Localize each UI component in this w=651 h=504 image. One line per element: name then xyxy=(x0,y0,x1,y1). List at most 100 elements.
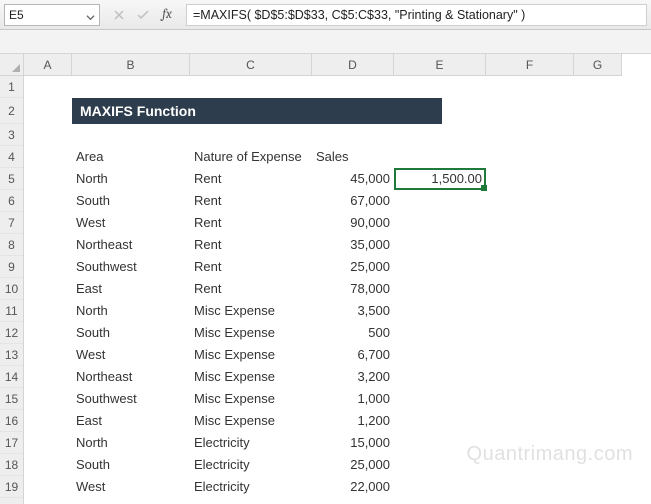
cell-nature[interactable]: Rent xyxy=(190,234,312,256)
cell-sales[interactable]: 3,500 xyxy=(312,300,394,322)
cell-sales[interactable]: 15,000 xyxy=(312,432,394,454)
cell-area[interactable]: North xyxy=(72,432,190,454)
col-header-G[interactable]: G xyxy=(574,54,622,75)
fx-icon[interactable]: fx xyxy=(160,8,174,22)
row-header[interactable]: 10 xyxy=(0,278,23,300)
row-header[interactable]: 19 xyxy=(0,476,23,498)
header-area: Area xyxy=(72,146,190,168)
cell-sales[interactable]: 500 xyxy=(312,322,394,344)
cell-sales[interactable]: 25,000 xyxy=(312,256,394,278)
cell-area[interactable]: West xyxy=(72,212,190,234)
cell-area[interactable]: North xyxy=(72,300,190,322)
row-header[interactable]: 3 xyxy=(0,124,23,146)
row-header[interactable]: 9 xyxy=(0,256,23,278)
col-header-A[interactable]: A xyxy=(24,54,72,75)
col-header-E[interactable]: E xyxy=(394,54,486,75)
table-row: NortheastRent35,000 xyxy=(24,234,651,256)
cell-area[interactable]: Southwest xyxy=(72,388,190,410)
table-row: EastRent78,000 xyxy=(24,278,651,300)
table-row: NorthMisc Expense3,500 xyxy=(24,300,651,322)
check-icon[interactable] xyxy=(136,8,150,22)
cell-result[interactable]: 1,500.00 xyxy=(394,168,486,190)
cell-area[interactable]: South xyxy=(72,454,190,476)
row-header[interactable]: 5 xyxy=(0,168,23,190)
cell-nature[interactable]: Rent xyxy=(190,190,312,212)
cell-area[interactable]: South xyxy=(72,322,190,344)
cell-area[interactable]: Southwest xyxy=(72,256,190,278)
table-row: SouthRent67,000 xyxy=(24,190,651,212)
cell-nature[interactable]: Rent xyxy=(190,212,312,234)
table-row: NorthElectricity15,000 xyxy=(24,432,651,454)
spreadsheet-grid: A B C D E F G 1 2 3 4 5 6 7 8 9 10 xyxy=(0,54,651,504)
cell-sales[interactable]: 3,200 xyxy=(312,366,394,388)
row-header[interactable]: 18 xyxy=(0,454,23,476)
cell-sales[interactable]: 6,700 xyxy=(312,344,394,366)
formula-bar-buttons: fx xyxy=(106,8,186,22)
col-header-C[interactable]: C xyxy=(190,54,312,75)
select-all-corner[interactable] xyxy=(0,54,24,76)
header-nature: Nature of Expense xyxy=(190,146,312,168)
row-header[interactable]: 1 xyxy=(0,76,23,98)
cancel-icon[interactable] xyxy=(112,8,126,22)
cell-sales[interactable]: 1,200 xyxy=(312,410,394,432)
name-box[interactable]: E5 xyxy=(4,4,100,26)
row-header[interactable]: 15 xyxy=(0,388,23,410)
row-header[interactable]: 7 xyxy=(0,212,23,234)
cell-nature[interactable]: Misc Expense xyxy=(190,366,312,388)
row-header[interactable]: 14 xyxy=(0,366,23,388)
row-header[interactable]: 6 xyxy=(0,190,23,212)
cell-sales[interactable]: 22,000 xyxy=(312,476,394,498)
row-headers: 1 2 3 4 5 6 7 8 9 10 11 12 13 14 15 16 1… xyxy=(0,76,24,504)
name-box-value: E5 xyxy=(9,8,24,22)
cell-area[interactable]: East xyxy=(72,410,190,432)
cell-area[interactable]: Northeast xyxy=(72,366,190,388)
row-header[interactable]: 11 xyxy=(0,300,23,322)
table-row: WestElectricity22,000 xyxy=(24,476,651,498)
cell-nature[interactable]: Misc Expense xyxy=(190,388,312,410)
cells-area[interactable]: MAXIFS Function Area Nature of Expense S… xyxy=(24,76,651,504)
row-header[interactable]: 12 xyxy=(0,322,23,344)
header-sales: Sales xyxy=(312,146,394,168)
table-row: SouthMisc Expense500 xyxy=(24,322,651,344)
cell-nature[interactable]: Misc Expense xyxy=(190,410,312,432)
col-header-B[interactable]: B xyxy=(72,54,190,75)
cell-sales[interactable]: 90,000 xyxy=(312,212,394,234)
col-header-F[interactable]: F xyxy=(486,54,574,75)
cell-nature[interactable]: Electricity xyxy=(190,476,312,498)
table-header-row: Area Nature of Expense Sales xyxy=(24,146,651,168)
row-header[interactable]: 16 xyxy=(0,410,23,432)
cell-nature[interactable]: Electricity xyxy=(190,432,312,454)
cell-nature[interactable]: Rent xyxy=(190,168,312,190)
row-header[interactable]: 4 xyxy=(0,146,23,168)
table-row: EastMisc Expense1,200 xyxy=(24,410,651,432)
chevron-down-icon[interactable] xyxy=(86,10,95,19)
cell-area[interactable]: West xyxy=(72,476,190,498)
cell-area[interactable]: South xyxy=(72,190,190,212)
cell-area[interactable]: Northeast xyxy=(72,234,190,256)
cell-sales[interactable]: 25,000 xyxy=(312,454,394,476)
row-header[interactable]: 13 xyxy=(0,344,23,366)
cell-nature[interactable]: Rent xyxy=(190,256,312,278)
cell-sales[interactable]: 35,000 xyxy=(312,234,394,256)
cell-nature[interactable]: Misc Expense xyxy=(190,300,312,322)
table-row: SouthwestRent25,000 xyxy=(24,256,651,278)
row-header[interactable]: 8 xyxy=(0,234,23,256)
row-header[interactable]: 2 xyxy=(0,98,23,124)
cell-nature[interactable]: Rent xyxy=(190,278,312,300)
col-header-D[interactable]: D xyxy=(312,54,394,75)
cell-nature[interactable]: Misc Expense xyxy=(190,344,312,366)
cell-nature[interactable]: Misc Expense xyxy=(190,322,312,344)
ribbon-spacer xyxy=(0,30,651,54)
cell-nature[interactable]: Electricity xyxy=(190,454,312,476)
cell-sales[interactable]: 67,000 xyxy=(312,190,394,212)
cell-sales[interactable]: 78,000 xyxy=(312,278,394,300)
cell-area[interactable]: East xyxy=(72,278,190,300)
sheet-title: MAXIFS Function xyxy=(72,98,442,124)
cell-area[interactable]: West xyxy=(72,344,190,366)
cell-area[interactable]: North xyxy=(72,168,190,190)
cell-sales[interactable]: 1,000 xyxy=(312,388,394,410)
formula-input[interactable]: =MAXIFS( $D$5:$D$33, C$5:C$33, "Printing… xyxy=(186,4,647,26)
row-header[interactable]: 17 xyxy=(0,432,23,454)
table-row: NortheastMisc Expense3,200 xyxy=(24,366,651,388)
cell-sales[interactable]: 45,000 xyxy=(312,168,394,190)
